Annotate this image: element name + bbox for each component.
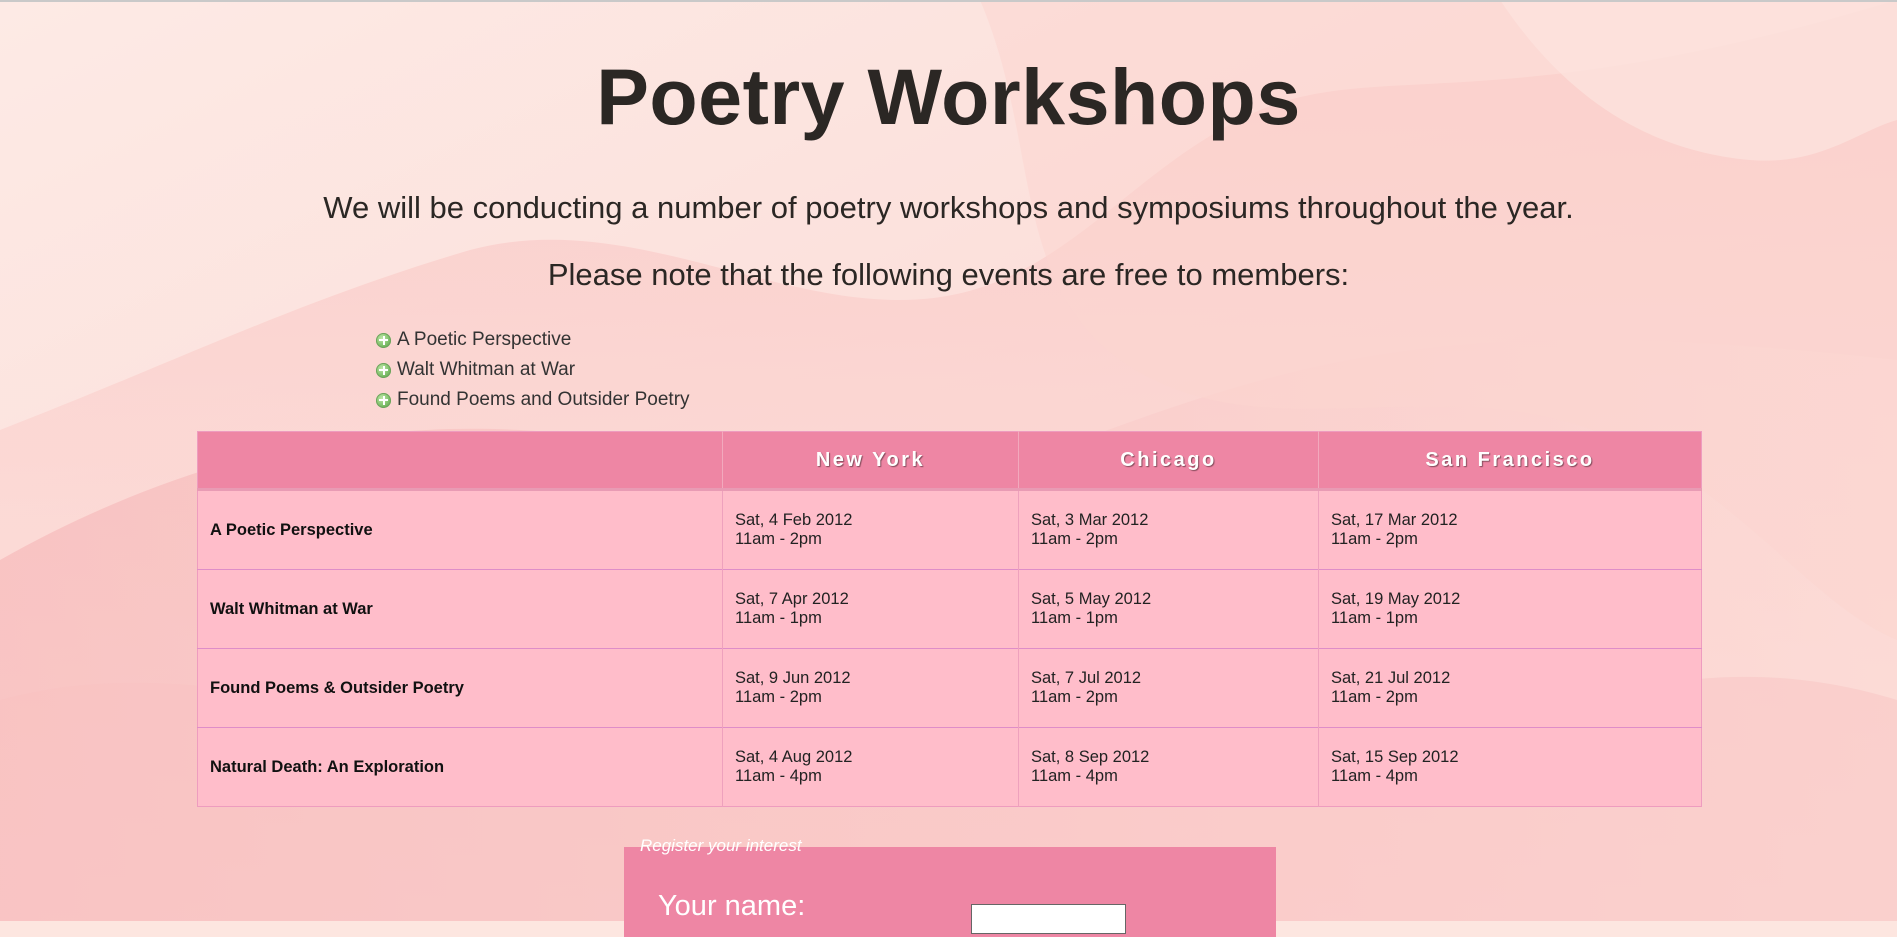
cell-date: Sat, 7 Jul 2012 xyxy=(1031,669,1142,687)
table-row: Found Poems & Outsider Poetry Sat, 9 Jun… xyxy=(197,648,1702,728)
cell-date: Sat, 5 May 2012 xyxy=(1031,590,1152,608)
column-header-empty xyxy=(197,431,723,491)
cell-time: 11am - 4pm xyxy=(1031,767,1118,785)
column-header-san-francisco: San Francisco xyxy=(1318,431,1702,491)
free-events-list: A Poetic Perspective Walt Whitman at War… xyxy=(376,325,690,415)
event-name: Walt Whitman at War xyxy=(397,359,576,380)
list-item: Walt Whitman at War xyxy=(376,355,690,385)
workshop-name: A Poetic Perspective xyxy=(197,489,723,570)
table-row: Walt Whitman at War Sat, 7 Apr 2012 11am … xyxy=(197,569,1702,649)
table-cell: Sat, 4 Aug 2012 11am - 4pm xyxy=(722,727,1019,807)
workshop-name: Natural Death: An Exploration xyxy=(197,727,723,807)
table-cell: Sat, 5 May 2012 11am - 1pm xyxy=(1018,569,1319,649)
register-legend: Register your interest xyxy=(640,836,802,855)
plus-circle-icon xyxy=(376,392,391,408)
register-form: Your name: xyxy=(624,847,1276,937)
cell-time: 11am - 2pm xyxy=(735,530,822,548)
table-cell: Sat, 7 Apr 2012 11am - 1pm xyxy=(722,569,1019,649)
list-item: A Poetic Perspective xyxy=(376,325,690,355)
cell-date: Sat, 8 Sep 2012 xyxy=(1031,748,1150,766)
cell-time: 11am - 4pm xyxy=(735,767,822,785)
column-header-chicago: Chicago xyxy=(1018,431,1319,491)
cell-time: 11am - 2pm xyxy=(1331,530,1418,548)
name-label: Your name: xyxy=(658,890,806,922)
workshop-schedule-table: New York Chicago San Francisco A Poetic … xyxy=(197,431,1702,807)
cell-time: 11am - 1pm xyxy=(735,609,822,627)
name-input[interactable] xyxy=(971,904,1126,934)
cell-time: 11am - 4pm xyxy=(1331,767,1418,785)
table-cell: Sat, 4 Feb 2012 11am - 2pm xyxy=(722,489,1019,570)
intro-text: We will be conducting a number of poetry… xyxy=(323,190,1574,225)
cell-date: Sat, 9 Jun 2012 xyxy=(735,669,851,687)
cell-time: 11am - 1pm xyxy=(1331,609,1418,627)
table-cell: Sat, 3 Mar 2012 11am - 2pm xyxy=(1018,489,1319,570)
table-cell: Sat, 21 Jul 2012 11am - 2pm xyxy=(1318,648,1702,728)
table-cell: Sat, 9 Jun 2012 11am - 2pm xyxy=(722,648,1019,728)
cell-date: Sat, 4 Aug 2012 xyxy=(735,748,853,766)
workshop-name: Walt Whitman at War xyxy=(197,569,723,649)
cell-date: Sat, 7 Apr 2012 xyxy=(735,590,849,608)
cell-time: 11am - 2pm xyxy=(735,688,822,706)
cell-date: Sat, 17 Mar 2012 xyxy=(1331,511,1458,529)
cell-date: Sat, 19 May 2012 xyxy=(1331,590,1461,608)
column-header-new-york: New York xyxy=(722,431,1019,491)
top-border xyxy=(0,0,1897,2)
table-row: A Poetic Perspective Sat, 4 Feb 2012 11am… xyxy=(197,489,1702,570)
plus-circle-icon xyxy=(376,362,391,378)
cell-date: Sat, 15 Sep 2012 xyxy=(1331,748,1459,766)
table-cell: Sat, 17 Mar 2012 11am - 2pm xyxy=(1318,489,1702,570)
cell-time: 11am - 2pm xyxy=(1031,688,1118,706)
cell-date: Sat, 21 Jul 2012 xyxy=(1331,669,1451,687)
plus-circle-icon xyxy=(376,332,391,348)
cell-time: 11am - 2pm xyxy=(1331,688,1418,706)
cell-date: Sat, 4 Feb 2012 xyxy=(735,511,853,529)
event-name: Found Poems and Outsider Poetry xyxy=(397,389,690,410)
workshop-name: Found Poems & Outsider Poetry xyxy=(197,648,723,728)
cell-time: 11am - 2pm xyxy=(1031,530,1118,548)
page-title: Poetry Workshops xyxy=(596,52,1301,141)
table-row: Natural Death: An Exploration Sat, 4 Aug… xyxy=(197,727,1702,807)
table-cell: Sat, 8 Sep 2012 11am - 4pm xyxy=(1018,727,1319,807)
list-item: Found Poems and Outsider Poetry xyxy=(376,385,690,415)
table-cell: Sat, 15 Sep 2012 11am - 4pm xyxy=(1318,727,1702,807)
event-name: A Poetic Perspective xyxy=(397,329,572,350)
free-events-note: Please note that the following events ar… xyxy=(547,257,1350,292)
cell-time: 11am - 1pm xyxy=(1031,609,1118,627)
table-cell: Sat, 7 Jul 2012 11am - 2pm xyxy=(1018,648,1319,728)
table-cell: Sat, 19 May 2012 11am - 1pm xyxy=(1318,569,1702,649)
table-header-row: New York Chicago San Francisco xyxy=(197,431,1702,491)
cell-date: Sat, 3 Mar 2012 xyxy=(1031,511,1149,529)
